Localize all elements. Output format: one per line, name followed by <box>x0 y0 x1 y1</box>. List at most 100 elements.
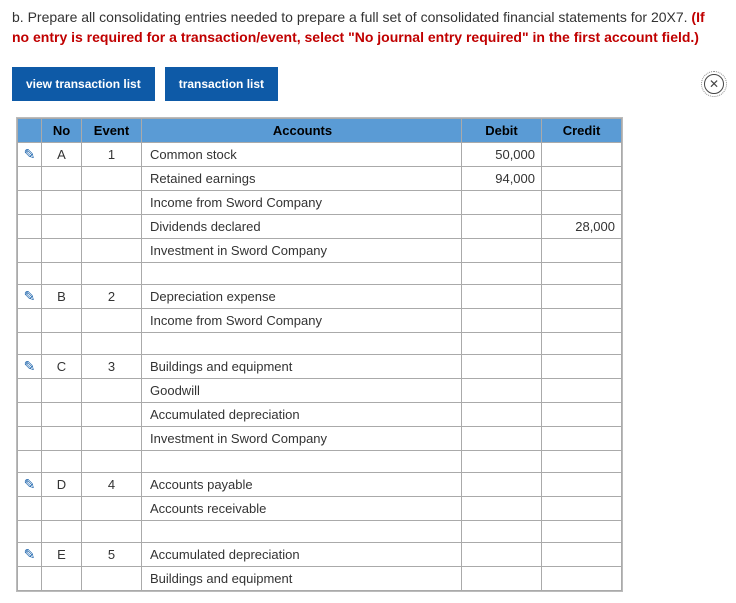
credit-cell[interactable] <box>542 285 622 309</box>
account-cell[interactable]: Accounts payable <box>142 473 462 497</box>
no-cell <box>42 567 82 591</box>
pencil-icon[interactable]: ✎ <box>24 476 36 493</box>
event-cell <box>82 567 142 591</box>
pencil-icon[interactable]: ✎ <box>24 146 36 163</box>
account-cell[interactable]: Income from Sword Company <box>142 309 462 333</box>
account-cell[interactable]: Goodwill <box>142 379 462 403</box>
event-cell <box>82 379 142 403</box>
account-cell[interactable]: Investment in Sword Company <box>142 427 462 451</box>
account-cell[interactable]: Investment in Sword Company <box>142 239 462 263</box>
account-cell[interactable] <box>142 263 462 285</box>
debit-cell[interactable] <box>462 497 542 521</box>
credit-cell[interactable] <box>542 451 622 473</box>
account-cell[interactable] <box>142 333 462 355</box>
table-row: ✎ A1Common stock50,000 <box>18 143 622 167</box>
edit-cell[interactable]: ✎ <box>18 355 42 379</box>
no-cell <box>42 451 82 473</box>
pencil-icon[interactable]: ✎ <box>24 546 36 563</box>
debit-cell[interactable] <box>462 427 542 451</box>
debit-cell[interactable] <box>462 473 542 497</box>
credit-cell[interactable]: 28,000 <box>542 215 622 239</box>
event-cell <box>82 403 142 427</box>
debit-cell[interactable] <box>462 333 542 355</box>
credit-cell[interactable] <box>542 333 622 355</box>
account-cell[interactable]: Income from Sword Company <box>142 191 462 215</box>
credit-cell[interactable] <box>542 355 622 379</box>
credit-cell[interactable] <box>542 427 622 451</box>
close-icon[interactable]: ✕ <box>704 74 724 94</box>
prompt-text: b. Prepare all consolidating entries nee… <box>12 9 691 25</box>
edit-cell <box>18 309 42 333</box>
view-transaction-list-button[interactable]: view transaction list <box>12 67 155 101</box>
account-cell[interactable]: Accounts receivable <box>142 497 462 521</box>
account-cell[interactable]: Retained earnings <box>142 167 462 191</box>
event-cell <box>82 497 142 521</box>
no-cell <box>42 427 82 451</box>
account-cell[interactable]: Accumulated depreciation <box>142 543 462 567</box>
account-cell[interactable] <box>142 451 462 473</box>
edit-cell <box>18 167 42 191</box>
credit-cell[interactable] <box>542 379 622 403</box>
debit-cell[interactable] <box>462 521 542 543</box>
account-cell[interactable]: Depreciation expense <box>142 285 462 309</box>
no-cell <box>42 379 82 403</box>
debit-cell[interactable] <box>462 309 542 333</box>
event-cell <box>82 521 142 543</box>
account-cell[interactable]: Buildings and equipment <box>142 355 462 379</box>
credit-cell[interactable] <box>542 263 622 285</box>
no-cell <box>42 191 82 215</box>
no-cell <box>42 263 82 285</box>
table-row <box>18 451 622 473</box>
event-cell <box>82 427 142 451</box>
credit-cell[interactable] <box>542 403 622 427</box>
debit-cell[interactable] <box>462 379 542 403</box>
credit-cell[interactable] <box>542 143 622 167</box>
debit-cell[interactable] <box>462 215 542 239</box>
account-cell[interactable]: Common stock <box>142 143 462 167</box>
edit-cell[interactable]: ✎ <box>18 143 42 167</box>
credit-cell[interactable] <box>542 191 622 215</box>
account-cell[interactable]: Accumulated depreciation <box>142 403 462 427</box>
header-credit: Credit <box>542 119 622 143</box>
credit-cell[interactable] <box>542 473 622 497</box>
credit-cell[interactable] <box>542 521 622 543</box>
account-cell[interactable]: Buildings and equipment <box>142 567 462 591</box>
edit-cell <box>18 427 42 451</box>
no-cell: A <box>42 143 82 167</box>
event-cell <box>82 215 142 239</box>
credit-cell[interactable] <box>542 167 622 191</box>
edit-cell[interactable]: ✎ <box>18 473 42 497</box>
table-row: ✎C3Buildings and equipment <box>18 355 622 379</box>
debit-cell[interactable] <box>462 355 542 379</box>
header-accounts: Accounts <box>142 119 462 143</box>
debit-cell[interactable]: 50,000 <box>462 143 542 167</box>
event-cell <box>82 167 142 191</box>
debit-cell[interactable] <box>462 263 542 285</box>
debit-cell[interactable] <box>462 567 542 591</box>
credit-cell[interactable] <box>542 543 622 567</box>
account-cell[interactable] <box>142 521 462 543</box>
debit-cell[interactable] <box>462 451 542 473</box>
debit-cell[interactable] <box>462 543 542 567</box>
credit-cell[interactable] <box>542 567 622 591</box>
credit-cell[interactable] <box>542 309 622 333</box>
debit-cell[interactable] <box>462 403 542 427</box>
edit-cell <box>18 497 42 521</box>
account-cell[interactable]: Dividends declared <box>142 215 462 239</box>
debit-cell[interactable] <box>462 191 542 215</box>
debit-cell[interactable]: 94,000 <box>462 167 542 191</box>
pencil-icon[interactable]: ✎ <box>24 358 36 375</box>
pencil-icon[interactable]: ✎ <box>24 288 36 305</box>
no-cell: B <box>42 285 82 309</box>
table-row: Retained earnings94,000 <box>18 167 622 191</box>
edit-cell[interactable]: ✎ <box>18 285 42 309</box>
transaction-list-button[interactable]: transaction list <box>165 67 278 101</box>
debit-cell[interactable] <box>462 285 542 309</box>
edit-cell[interactable]: ✎ <box>18 543 42 567</box>
credit-cell[interactable] <box>542 497 622 521</box>
event-cell: 1 <box>82 143 142 167</box>
table-row: ✎D4Accounts payable <box>18 473 622 497</box>
debit-cell[interactable] <box>462 239 542 263</box>
table-row <box>18 521 622 543</box>
credit-cell[interactable] <box>542 239 622 263</box>
